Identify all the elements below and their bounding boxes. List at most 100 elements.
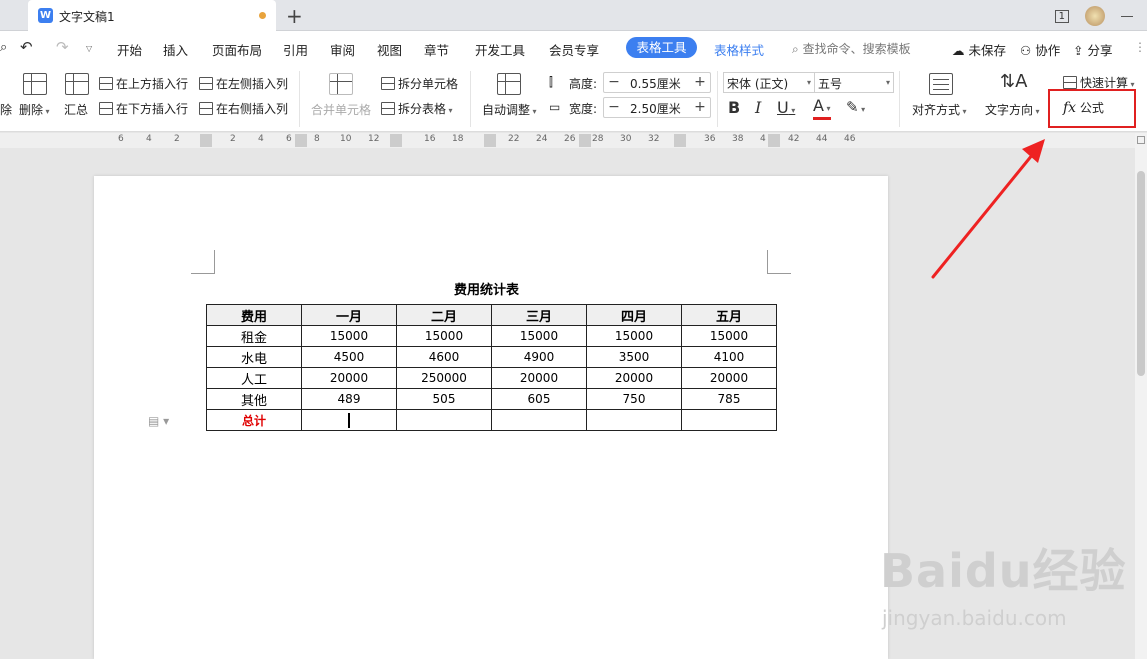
menu-table-tools[interactable]: 表格工具 <box>626 37 697 58</box>
quick-calc-label: 快速计算 <box>1080 76 1129 90</box>
table-cell[interactable]: 人工 <box>206 367 302 389</box>
summary-button[interactable]: 汇总 <box>64 101 88 118</box>
menu-view[interactable]: 视图 <box>377 40 402 59</box>
height-stepper[interactable]: − 0.55厘米 + <box>603 72 711 93</box>
align-button[interactable]: 对齐方式 ▾ <box>912 101 967 118</box>
width-value[interactable]: 2.50厘米 <box>630 100 681 117</box>
table-cell[interactable]: 15000 <box>301 325 397 347</box>
text-direction-button[interactable]: 文字方向 ▾ <box>985 101 1040 118</box>
height-decrease-button[interactable]: − <box>604 73 624 92</box>
table-cell[interactable]: 15000 <box>491 325 587 347</box>
table-row: 人工 20000 250000 20000 20000 20000 <box>206 367 777 389</box>
insert-below-button[interactable]: 在下方插入行 <box>99 100 188 117</box>
share-button[interactable]: ⇪ 分享 <box>1073 40 1112 59</box>
table-cell[interactable]: 20000 <box>491 367 587 389</box>
menu-chapter[interactable]: 章节 <box>424 40 449 59</box>
scrollbar-thumb[interactable] <box>1137 171 1145 376</box>
menu-more-icon[interactable]: ⋮ <box>1134 40 1146 54</box>
menu-insert[interactable]: 插入 <box>163 40 188 59</box>
table-cell[interactable]: 505 <box>396 388 492 410</box>
document-tab[interactable]: W 文字文稿1 <box>28 0 276 31</box>
table-cell[interactable]: 租金 <box>206 325 302 347</box>
table-cell[interactable]: 4900 <box>491 346 587 368</box>
new-tab-button[interactable]: + <box>286 4 303 28</box>
table-cell[interactable]: 15000 <box>681 325 777 347</box>
minimize-icon[interactable] <box>1121 15 1133 17</box>
menu-page-layout[interactable]: 页面布局 <box>212 40 262 59</box>
total-cell[interactable] <box>396 409 492 431</box>
avatar[interactable] <box>1085 6 1105 26</box>
table-cell[interactable]: 3500 <box>586 346 682 368</box>
ruler-tick: 12 <box>368 134 380 144</box>
table-cell[interactable]: 250000 <box>396 367 492 389</box>
italic-icon[interactable]: I <box>755 98 761 117</box>
header-cell[interactable]: 二月 <box>396 304 492 326</box>
table-cell[interactable]: 605 <box>491 388 587 410</box>
height-increase-button[interactable]: + <box>690 73 710 92</box>
split-table-button[interactable]: 拆分表格 ▾ <box>381 100 453 117</box>
delete-cut-label[interactable]: 除 <box>0 101 12 118</box>
menu-review[interactable]: 审阅 <box>330 40 355 59</box>
menu-table-style[interactable]: 表格样式 <box>714 40 764 59</box>
table-handle-icon[interactable]: ▤ ▾ <box>148 414 169 428</box>
delete-button[interactable]: 删除 ▾ <box>19 101 50 118</box>
menu-member[interactable]: 会员专享 <box>549 40 599 59</box>
table-cell[interactable]: 4500 <box>301 346 397 368</box>
underline-icon[interactable]: U ▾ <box>777 98 795 117</box>
redo-icon[interactable]: ↷ <box>56 38 69 56</box>
more-icon[interactable]: ▽ <box>86 44 92 53</box>
insert-above-button[interactable]: 在上方插入行 <box>99 75 188 92</box>
unsaved-button[interactable]: ☁ 未保存 <box>952 40 1006 59</box>
table-cell[interactable]: 15000 <box>396 325 492 347</box>
total-cell[interactable] <box>491 409 587 431</box>
vertical-scrollbar[interactable] <box>1135 133 1147 659</box>
font-color-icon[interactable]: A ▾ <box>813 98 831 120</box>
menu-references[interactable]: 引用 <box>283 40 308 59</box>
find-icon[interactable]: ⌕ <box>0 40 7 55</box>
window-count-icon[interactable]: 1 <box>1054 9 1069 23</box>
font-size-select[interactable]: 五号 ▾ <box>814 72 894 93</box>
insert-right-button[interactable]: 在右侧插入列 <box>199 100 288 117</box>
auto-adjust-button[interactable]: 自动调整 ▾ <box>482 101 537 118</box>
header-cell[interactable]: 五月 <box>681 304 777 326</box>
header-cell[interactable]: 四月 <box>586 304 682 326</box>
insert-left-button[interactable]: 在左侧插入列 <box>199 75 288 92</box>
width-decrease-button[interactable]: − <box>604 98 624 117</box>
bold-icon[interactable]: B <box>728 98 740 117</box>
scroll-top-icon[interactable] <box>1137 136 1145 144</box>
header-cell[interactable]: 一月 <box>301 304 397 326</box>
expense-table[interactable]: 费用 一月 二月 三月 四月 五月 租金 15000 15000 15000 1… <box>206 304 777 431</box>
width-stepper[interactable]: − 2.50厘米 + <box>603 97 711 118</box>
menu-developer[interactable]: 开发工具 <box>475 40 525 59</box>
table-cell[interactable]: 785 <box>681 388 777 410</box>
highlight-icon[interactable]: ✎ ▾ <box>846 98 865 116</box>
table-cell[interactable]: 水电 <box>206 346 302 368</box>
merge-cells-button[interactable]: 合并单元格 <box>311 101 371 118</box>
menu-home[interactable]: 开始 <box>117 40 142 59</box>
table-cell[interactable]: 4600 <box>396 346 492 368</box>
total-label[interactable]: 总计 <box>206 409 302 431</box>
split-cell-button[interactable]: 拆分单元格 <box>381 75 458 92</box>
total-cell[interactable] <box>586 409 682 431</box>
font-select[interactable]: 宋体 (正文) ▾ <box>723 72 815 93</box>
undo-icon[interactable]: ↶ <box>20 38 33 56</box>
header-cell[interactable]: 三月 <box>491 304 587 326</box>
table-cell[interactable]: 750 <box>586 388 682 410</box>
table-cell[interactable]: 20000 <box>681 367 777 389</box>
search-box[interactable]: ⌕ 查找命令、搜索模板 <box>792 40 911 57</box>
table-cell[interactable]: 其他 <box>206 388 302 410</box>
table-cell[interactable]: 4100 <box>681 346 777 368</box>
table-cell[interactable]: 20000 <box>301 367 397 389</box>
collab-button[interactable]: ⚇ 协作 <box>1020 40 1060 59</box>
total-cell-active[interactable] <box>301 409 397 431</box>
table-cell[interactable]: 489 <box>301 388 397 410</box>
document-page[interactable]: 费用统计表 ▤ ▾ 费用 一月 二月 三月 四月 五月 租金 15000 150… <box>94 176 888 659</box>
width-increase-button[interactable]: + <box>690 98 710 117</box>
header-cell[interactable]: 费用 <box>206 304 302 326</box>
font-value: 宋体 (正文) <box>727 77 789 91</box>
table-cell[interactable]: 15000 <box>586 325 682 347</box>
total-cell[interactable] <box>681 409 777 431</box>
height-value[interactable]: 0.55厘米 <box>630 75 681 92</box>
table-cell[interactable]: 20000 <box>586 367 682 389</box>
auto-adjust-label: 自动调整 <box>482 103 531 117</box>
